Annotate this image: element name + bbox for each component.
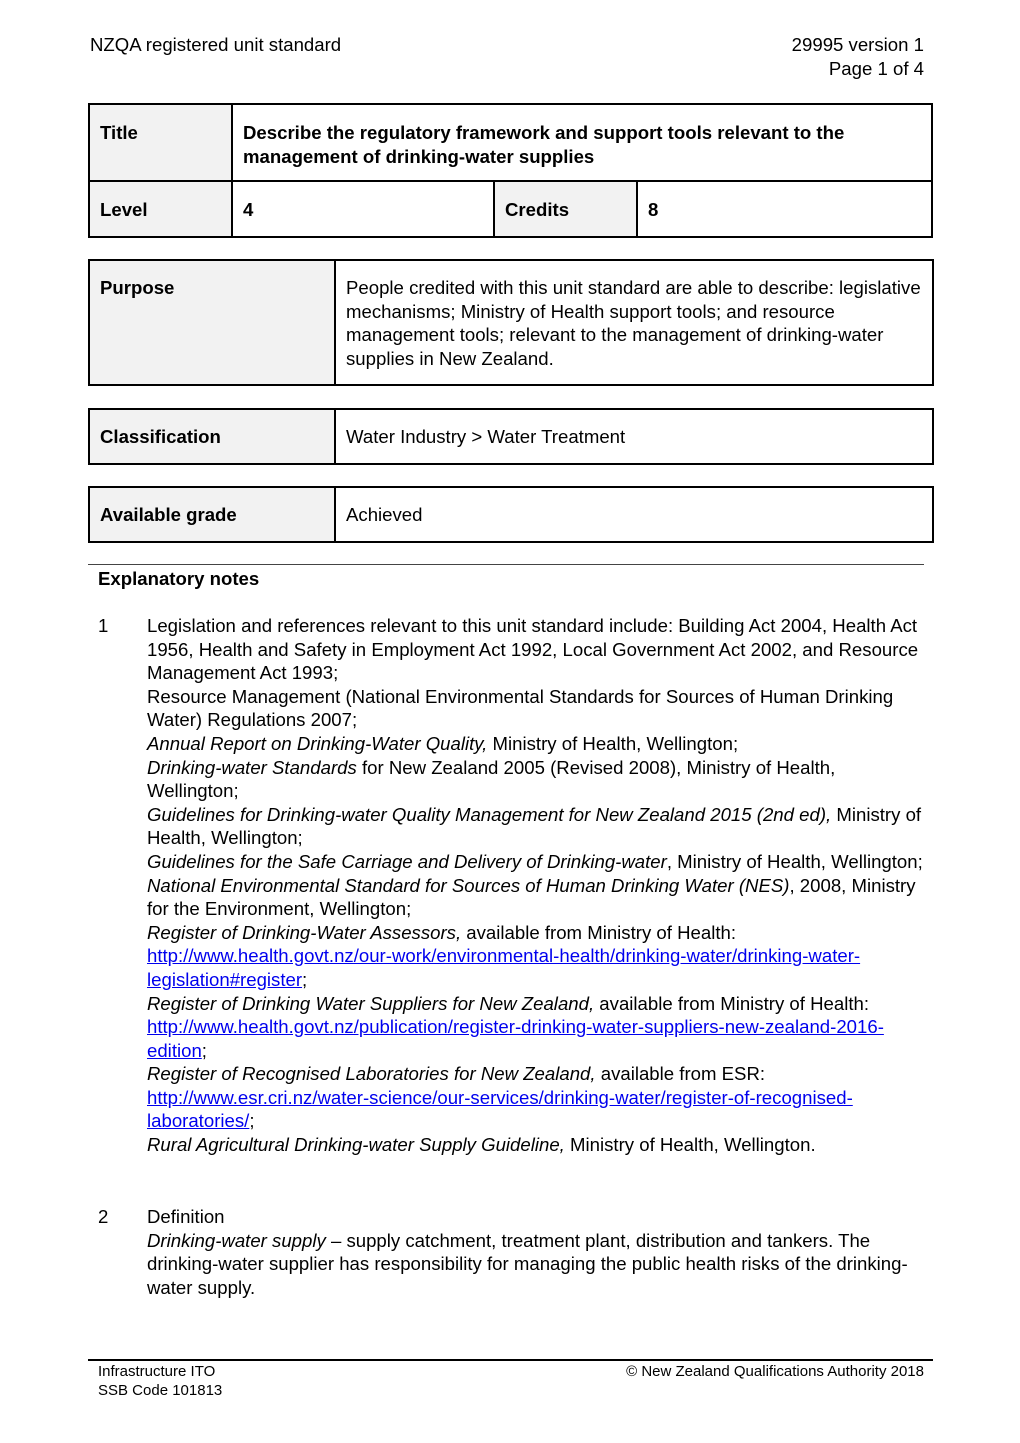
definition-text: Drinking-water supply – supply catchment… [147, 1229, 924, 1300]
header-page-number: Page 1 of 4 [828, 58, 924, 79]
suppliers-register-link[interactable]: http://www.health.govt.nz/publication/re… [147, 1016, 884, 1061]
reference-item: Register of Drinking-Water Assessors, av… [147, 921, 924, 992]
reference-title: National Environmental Standard for Sour… [147, 874, 790, 896]
reference-source: Ministry of Health, Wellington; [487, 732, 739, 754]
note-number: 2 [98, 1206, 109, 1227]
note-intro: Legislation and references relevant to t… [147, 615, 919, 684]
grade-label: Available grade [88, 486, 336, 543]
definition-term: Drinking-water supply [147, 1229, 326, 1251]
title-label: Title [88, 103, 233, 182]
reference-item: Rural Agricultural Drinking-water Supply… [147, 1133, 924, 1157]
reference-title: Rural Agricultural Drinking-water Supply… [147, 1134, 565, 1156]
reference-item: Guidelines for Drinking-water Quality Ma… [147, 803, 924, 850]
note-1: 1 Legislation and references relevant to… [98, 614, 924, 1157]
note-rm-regulations: Resource Management (National Environmen… [147, 685, 894, 731]
reference-title: Register of Drinking-Water Assessors, [147, 921, 462, 943]
reference-source: available from Ministry of Health: [461, 921, 737, 943]
purpose-value: People credited with this unit standard … [334, 259, 934, 386]
header-version-block: 29995 version 1 Page 1 of 4 [792, 33, 924, 81]
header-version: 29995 version 1 [791, 34, 924, 55]
reference-item: Drinking-water Standards for New Zealand… [147, 756, 924, 803]
reference-item: National Environmental Standard for Sour… [147, 874, 924, 921]
reference-title: Register of Drinking Water Suppliers for… [147, 992, 595, 1014]
reference-end: ; [302, 968, 308, 990]
footer-ssb-code: SSB Code 101813 [98, 1382, 223, 1399]
assessors-register-link[interactable]: http://www.health.govt.nz/our-work/envir… [147, 945, 860, 990]
classification-value: Water Industry > Water Treatment [334, 408, 934, 465]
reference-source: Ministry of Health, Wellington. [564, 1134, 816, 1156]
reference-item: Register of Recognised Laboratories for … [147, 1062, 924, 1133]
classification-table: Classification Water Industry > Water Tr… [88, 408, 934, 465]
reference-item: Guidelines for the Safe Carriage and Del… [147, 850, 924, 874]
header-standard-label: NZQA registered unit standard [90, 34, 342, 55]
reference-source: available from Ministry of Health: [594, 992, 870, 1014]
title-value: Describe the regulatory framework and su… [231, 103, 933, 182]
definition-heading: Definition [147, 1206, 225, 1227]
purpose-label: Purpose [88, 259, 336, 386]
reference-end: ; [201, 1039, 207, 1061]
classification-label: Classification [88, 408, 336, 465]
footer-divider [88, 1359, 933, 1361]
grade-table: Available grade Achieved [88, 486, 934, 543]
reference-title: Drinking-water Standards [147, 756, 357, 778]
level-label: Level [88, 180, 233, 238]
note-2: 2 Definition Drinking-water supply – sup… [98, 1205, 924, 1299]
section-divider [88, 564, 924, 565]
footer-copyright: © New Zealand Qualifications Authority 2… [626, 1363, 924, 1380]
explanatory-notes-heading: Explanatory notes [98, 568, 260, 589]
reference-end: ; [249, 1110, 255, 1132]
reference-title: Guidelines for Drinking-water Quality Ma… [147, 803, 832, 825]
reference-title: Guidelines for the Safe Carriage and Del… [147, 850, 667, 872]
title-table: Title Describe the regulatory framework … [88, 103, 933, 238]
reference-item: Annual Report on Drinking-Water Quality,… [147, 732, 924, 756]
reference-source: available from ESR: [595, 1063, 766, 1085]
credits-label: Credits [493, 180, 638, 238]
purpose-table: Purpose People credited with this unit s… [88, 259, 934, 386]
reference-title: Annual Report on Drinking-Water Quality, [147, 732, 488, 754]
grade-value: Achieved [334, 486, 934, 543]
note-number: 1 [98, 615, 109, 636]
reference-title: Register of Recognised Laboratories for … [147, 1063, 596, 1085]
reference-item: Register of Drinking Water Suppliers for… [147, 992, 924, 1063]
page-footer: Infrastructure ITO SSB Code 101813 © New… [98, 1362, 924, 1400]
reference-source: , Ministry of Health, Wellington; [666, 850, 923, 872]
level-value: 4 [231, 180, 495, 238]
credits-value: 8 [636, 180, 933, 238]
